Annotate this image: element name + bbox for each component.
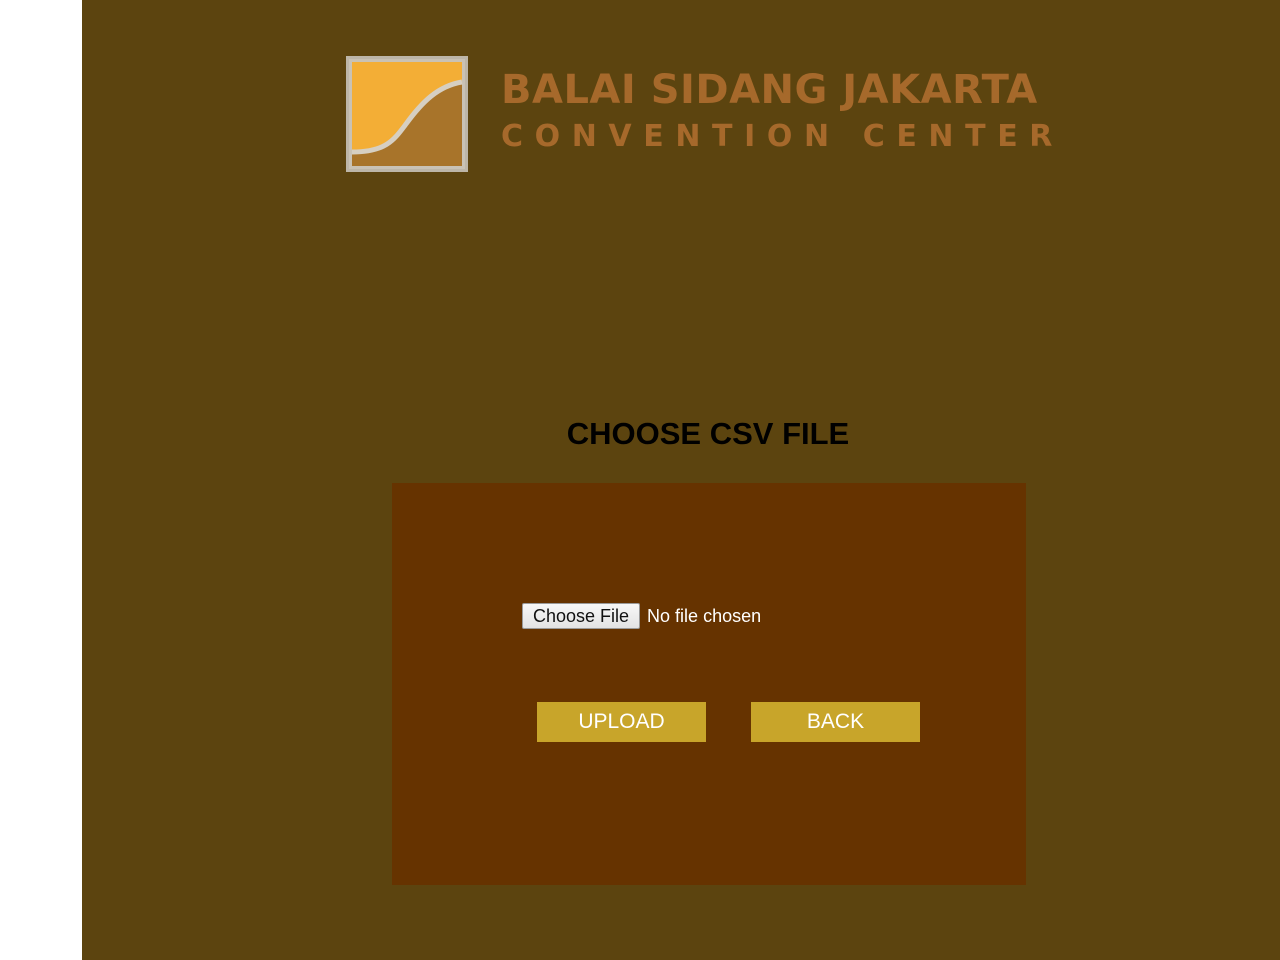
- back-button[interactable]: BACK: [751, 702, 920, 742]
- logo-mark-icon: [346, 56, 468, 172]
- logo-line1: BALAI SIDANG JAKARTA: [501, 67, 1038, 113]
- file-status-text: No file chosen: [647, 605, 762, 626]
- page-background: BALAI SIDANG JAKARTA CONVENTION CENTER C…: [82, 0, 1280, 960]
- upload-button[interactable]: UPLOAD: [537, 702, 706, 742]
- page-title: CHOOSE CSV FILE: [566, 416, 850, 451]
- choose-file-button[interactable]: Choose File: [522, 603, 641, 629]
- logo: BALAI SIDANG JAKARTA CONVENTION CENTER: [346, 56, 1106, 174]
- file-input[interactable]: Choose File No file chosen: [522, 602, 761, 630]
- upload-panel: Choose File No file chosen UPLOAD BACK: [392, 483, 1026, 885]
- logo-line2: CONVENTION CENTER: [501, 119, 1065, 154]
- left-blank-strip: [0, 0, 82, 960]
